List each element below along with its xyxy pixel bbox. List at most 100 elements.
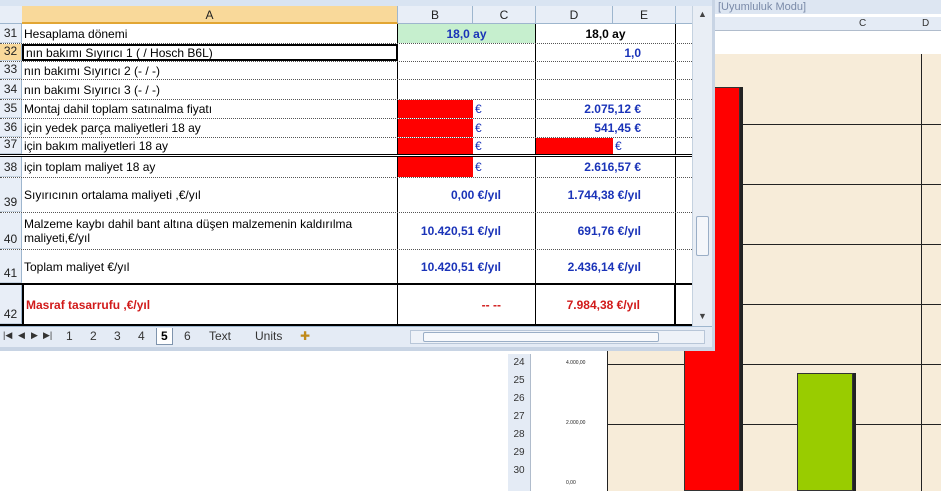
chart-y-tick: 0,00	[566, 480, 576, 486]
sheet-tab-bar: |◀ ◀ ▶ ▶| 1 2 3 4 5 6 Text Units ✚	[0, 326, 712, 347]
table-row: 39 Sıyırıcının ortalama maliyeti ,€/yıl …	[0, 178, 692, 213]
cell-label[interactable]: Malzeme kaybı dahil bant altına düşen ma…	[22, 213, 398, 249]
insert-sheet-icon[interactable]: ✚	[300, 329, 310, 343]
cell-b[interactable]	[398, 62, 536, 79]
row-number[interactable]: 41	[0, 250, 22, 283]
cell-b[interactable]	[398, 44, 536, 61]
cell-label-selected[interactable]: nın bakımı Sıyırıcı 1 ( / Hosch B6L)	[22, 44, 398, 61]
cell-label[interactable]: için toplam maliyet 18 ay	[22, 157, 398, 177]
cell-d[interactable]: 541,45 €	[536, 119, 676, 137]
table-row: 32 nın bakımı Sıyırıcı 1 ( / Hosch B6L) …	[0, 44, 692, 62]
vertical-scrollbar[interactable]: ▲ ▼	[692, 6, 712, 326]
bg-row-number[interactable]: 29	[508, 444, 530, 462]
cell-b-red[interactable]	[398, 138, 473, 154]
background-window-title: [Uyumluluk Modu]	[714, 0, 941, 14]
col-header-a[interactable]: A	[22, 6, 398, 24]
sheet-tab-units[interactable]: Units	[251, 328, 286, 345]
cell-d[interactable]	[536, 80, 676, 99]
row-number[interactable]: 32	[0, 44, 22, 61]
sheet-tab-6[interactable]: 6	[180, 328, 195, 345]
bg-col-d[interactable]: D	[922, 17, 929, 31]
first-sheet-icon[interactable]: |◀	[3, 330, 12, 341]
cell-savings-b[interactable]: -- --	[398, 285, 536, 324]
cell-c-currency[interactable]: €	[473, 157, 536, 177]
sheet-tab-5[interactable]: 5	[156, 328, 173, 345]
scroll-up-arrow-icon[interactable]: ▲	[698, 9, 707, 19]
cell-savings-label[interactable]: Masraf tasarrufu ,€/yıl	[22, 285, 398, 324]
bg-col-c[interactable]: C	[859, 17, 866, 31]
sheet-tab-1[interactable]: 1	[62, 328, 77, 345]
row-number[interactable]: 39	[0, 178, 22, 212]
cell-d[interactable]: 691,76 €/yıl	[536, 213, 676, 249]
row-number[interactable]: 42	[0, 285, 22, 324]
col-header-d[interactable]: D	[536, 6, 613, 24]
column-header: A B C D E	[0, 6, 692, 24]
row-number[interactable]: 33	[0, 62, 22, 79]
bg-row-number[interactable]: 27	[508, 408, 530, 426]
prev-sheet-icon[interactable]: ◀	[18, 330, 25, 341]
cell-period-d[interactable]: 18,0 ay	[536, 24, 676, 43]
row-number[interactable]: 35	[0, 100, 22, 118]
chart-y-tick: 2.000,00	[566, 420, 586, 426]
cell-d[interactable]: 1.744,38 €/yıl	[536, 178, 676, 212]
cell-b-red[interactable]	[398, 100, 473, 118]
cell-d-red[interactable]	[536, 138, 613, 154]
col-header-b[interactable]: B	[398, 6, 473, 24]
row-number[interactable]: 37	[0, 137, 22, 154]
cell-b[interactable]: 10.420,51 €/yıl	[398, 250, 536, 283]
cell-label[interactable]: Toplam maliyet €/yıl	[22, 250, 398, 283]
cell-label[interactable]: Montaj dahil toplam satınalma fiyatı	[22, 100, 398, 118]
sheet-tab-3[interactable]: 3	[110, 328, 125, 345]
cell-b[interactable]: 0,00 €/yıl	[398, 178, 536, 212]
row-number[interactable]: 34	[0, 80, 22, 99]
sheet-tab-2[interactable]: 2	[86, 328, 101, 345]
cell-savings-d[interactable]: 7.984,38 €/yıl	[536, 285, 676, 324]
cell-b-red[interactable]	[398, 157, 473, 177]
row-number[interactable]: 38	[0, 157, 22, 177]
table-row: 41 Toplam maliyet €/yıl 10.420,51 €/yıl …	[0, 250, 692, 285]
vertical-scroll-thumb[interactable]	[696, 216, 709, 256]
row-number[interactable]: 40	[0, 213, 22, 249]
cell-d[interactable]: 2.075,12 €	[536, 100, 676, 118]
table-row: 40 Malzeme kaybı dahil bant altına düşen…	[0, 213, 692, 250]
last-sheet-icon[interactable]: ▶|	[43, 330, 52, 341]
bg-row-number[interactable]: 30	[508, 462, 530, 480]
cell-c-currency[interactable]: €	[473, 119, 536, 137]
cell-label[interactable]: için bakım maliyetleri 18 ay	[22, 138, 398, 154]
bg-row-number[interactable]: 25	[508, 372, 530, 390]
col-header-e[interactable]: E	[613, 6, 676, 24]
cell-c-currency[interactable]: €	[473, 100, 536, 118]
horizontal-scroll-thumb[interactable]	[423, 332, 659, 342]
next-sheet-icon[interactable]: ▶	[31, 330, 38, 341]
cell-e-currency[interactable]: €	[613, 138, 676, 154]
chart-y-tick: 4.000,00	[566, 360, 586, 366]
horizontal-scrollbar[interactable]	[410, 330, 705, 344]
sheet-tab-text[interactable]: Text	[205, 328, 235, 345]
bg-row-number[interactable]: 28	[508, 426, 530, 444]
cell-b-red[interactable]	[398, 119, 473, 137]
cell-d[interactable]: 2.436,14 €/yıl	[536, 250, 676, 283]
bg-row-number[interactable]: 24	[508, 354, 530, 372]
sheet-tab-4[interactable]: 4	[134, 328, 149, 345]
background-row-header: 24 25 26 27 28 29 30	[508, 354, 531, 491]
cell-label[interactable]: nın bakımı Sıyırıcı 2 (- / -)	[22, 62, 398, 79]
scroll-down-arrow-icon[interactable]: ▼	[698, 311, 707, 321]
cell-b[interactable]	[398, 80, 536, 99]
chart-gridline	[607, 424, 941, 425]
cell-label[interactable]: Sıyırıcının ortalama maliyeti ,€/yıl	[22, 178, 398, 212]
cell-c-currency[interactable]: €	[473, 138, 536, 154]
table-row: 42 Masraf tasarrufu ,€/yıl -- -- 7.984,3…	[0, 285, 692, 326]
row-number[interactable]: 36	[0, 119, 22, 137]
table-row: 35 Montaj dahil toplam satınalma fiyatı …	[0, 100, 692, 119]
cell-label[interactable]: için yedek parça maliyetleri 18 ay	[22, 119, 398, 137]
cell-d[interactable]	[536, 62, 676, 79]
cell-d[interactable]: 2.616,57 €	[536, 157, 676, 177]
row-number[interactable]: 31	[0, 24, 22, 43]
col-header-c[interactable]: C	[473, 6, 536, 24]
cell-period-b[interactable]: 18,0 ay	[398, 24, 536, 43]
bg-row-number[interactable]: 26	[508, 390, 530, 408]
cell-b[interactable]: 10.420,51 €/yıl	[398, 213, 536, 249]
cell-d[interactable]: 1,0	[536, 44, 676, 61]
cell-label[interactable]: Hesaplama dönemi	[22, 24, 398, 43]
cell-label[interactable]: nın bakımı Sıyırıcı 3 (- / -)	[22, 80, 398, 99]
